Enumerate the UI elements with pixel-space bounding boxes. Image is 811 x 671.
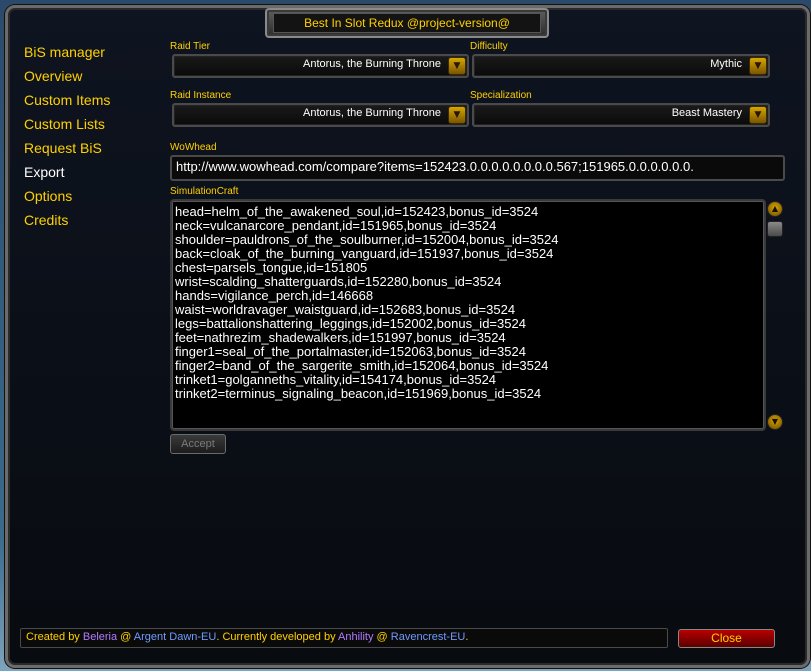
simc-line: feet=nathrezim_shadewalkers,id=151997,bo… <box>175 330 506 345</box>
nav-item-overview[interactable]: Overview <box>24 68 110 92</box>
at-symbol: @ <box>373 631 391 643</box>
author-name: Beleria <box>82 631 118 643</box>
simc-label: SimulationCraft <box>170 186 239 197</box>
simc-line: wrist=scalding_shatterguards,id=152280,b… <box>175 274 502 289</box>
simc-line: trinket1=golganneths_vitality,id=154174,… <box>175 372 497 387</box>
scroll-down-icon[interactable]: ▼ <box>767 414 783 430</box>
close-button[interactable]: Close <box>678 629 775 648</box>
nav-item-custom-lists[interactable]: Custom Lists <box>24 116 110 140</box>
wowhead-url-field[interactable]: http://www.wowhead.com/compare?items=152… <box>170 155 785 181</box>
scroll-up-icon[interactable]: ▲ <box>767 201 783 217</box>
scrollbar-thumb[interactable] <box>767 221 783 237</box>
chevron-down-icon[interactable]: ▼ <box>448 106 466 124</box>
simc-line: hands=vigilance_perch,id=146668 <box>175 288 374 303</box>
difficulty-value: Mythic <box>710 58 742 70</box>
simc-line: back=cloak_of_the_burning_vanguard,id=15… <box>175 246 554 261</box>
specialization-label: Specialization <box>470 90 532 101</box>
simc-line: trinket2=terminus_signaling_beacon,id=15… <box>175 386 542 401</box>
raid-instance-dropdown[interactable]: Antorus, the Burning Throne ▼ <box>172 103 469 127</box>
raid-tier-dropdown[interactable]: Antorus, the Burning Throne ▼ <box>172 54 469 78</box>
author-realm: Argent Dawn-EU <box>133 631 217 643</box>
chevron-down-icon[interactable]: ▼ <box>749 106 767 124</box>
difficulty-label: Difficulty <box>470 41 508 52</box>
chevron-down-icon[interactable]: ▼ <box>448 57 466 75</box>
title-bar[interactable]: Best In Slot Redux @project-version@ <box>265 8 549 38</box>
difficulty-dropdown[interactable]: Mythic ▼ <box>472 54 770 78</box>
credits-text: Created by Beleria @ Argent Dawn-EU. Cur… <box>26 631 468 643</box>
specialization-value: Beast Mastery <box>671 107 742 119</box>
simc-line: head=helm_of_the_awakened_soul,id=152423… <box>175 204 539 219</box>
wowhead-label: WoWhead <box>170 142 217 153</box>
nav-item-export[interactable]: Export <box>24 164 110 188</box>
chevron-down-icon[interactable]: ▼ <box>749 57 767 75</box>
developer-name: Anhility <box>338 631 374 643</box>
developer-realm: Ravencrest-EU <box>390 631 466 643</box>
window-title: Best In Slot Redux @project-version@ <box>273 13 541 33</box>
nav-item-options[interactable]: Options <box>24 188 110 212</box>
raid-tier-label: Raid Tier <box>170 41 211 52</box>
credits-end: . <box>465 631 469 643</box>
developed-by-text: . Currently developed by <box>216 631 339 643</box>
at-symbol: @ <box>117 631 134 643</box>
simc-textarea[interactable]: head=helm_of_the_awakened_soul,id=152423… <box>170 199 766 431</box>
nav-item-bis-manager[interactable]: BiS manager <box>24 44 110 68</box>
nav-item-credits[interactable]: Credits <box>24 212 110 236</box>
raid-tier-value: Antorus, the Burning Throne <box>303 58 441 70</box>
specialization-dropdown[interactable]: Beast Mastery ▼ <box>472 103 770 127</box>
simc-line: finger1=seal_of_the_portalmaster,id=1520… <box>175 344 526 359</box>
wowhead-url-text: http://www.wowhead.com/compare?items=152… <box>176 159 694 174</box>
nav-item-request-bis[interactable]: Request BiS <box>24 140 110 164</box>
simc-lines: head=helm_of_the_awakened_soul,id=152423… <box>175 205 558 401</box>
nav-item-custom-items[interactable]: Custom Items <box>24 92 110 116</box>
created-by-text: Created by <box>26 631 83 643</box>
credits-status-bar: Created by Beleria @ Argent Dawn-EU. Cur… <box>20 628 668 648</box>
simc-line: legs=battalionshattering_leggings,id=152… <box>175 316 526 331</box>
sidebar-nav: BiS manager Overview Custom Items Custom… <box>24 44 110 236</box>
raid-instance-label: Raid Instance <box>170 90 232 101</box>
simc-line: waist=worldravager_waistguard,id=152683,… <box>175 302 516 317</box>
accept-button[interactable]: Accept <box>170 434 226 454</box>
simc-line: finger2=band_of_the_sargerite_smith,id=1… <box>175 358 549 373</box>
simc-line: chest=parsels_tongue,id=151805 <box>175 260 368 275</box>
simc-line: shoulder=pauldrons_of_the_soulburner,id=… <box>175 232 559 247</box>
simc-line: neck=vulcanarcore_pendant,id=151965,bonu… <box>175 218 497 233</box>
raid-instance-value: Antorus, the Burning Throne <box>303 107 441 119</box>
